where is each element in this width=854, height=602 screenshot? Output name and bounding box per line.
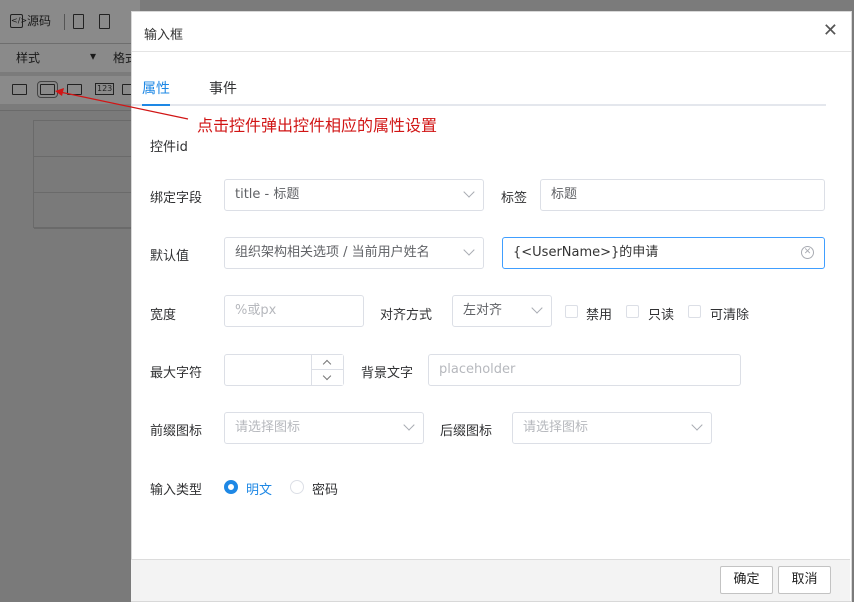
tab-properties[interactable]: 属性 — [142, 78, 170, 98]
width-input[interactable]: %或px — [224, 295, 364, 327]
confirm-button[interactable]: 确定 — [720, 566, 773, 594]
suffix-icon-placeholder: 请选择图标 — [523, 420, 589, 435]
stepper-down-icon[interactable] — [312, 370, 343, 385]
prefix-icon-label: 前缀图标 — [150, 424, 203, 439]
width-label: 宽度 — [150, 308, 177, 323]
input-type-plain-label: 明文 — [246, 483, 273, 498]
bind-field-select[interactable]: title - 标题 — [224, 179, 484, 211]
dialog-footer: 确定 取消 — [131, 559, 850, 601]
style-dropdown[interactable]: 样式 ▾ — [16, 49, 96, 66]
dialog-header: 输入框 ✕ — [132, 12, 851, 52]
tag-label: 标签 — [501, 191, 528, 206]
clearable-checkbox[interactable] — [688, 305, 701, 318]
tab-bar: 属性 事件 — [132, 74, 826, 106]
input-type-password-radio[interactable] — [290, 480, 304, 494]
disabled-checkbox-label: 禁用 — [586, 308, 613, 323]
default-value-select[interactable]: 组织架构相关选项 / 当前用户姓名 — [224, 237, 484, 269]
input-type-label: 输入类型 — [150, 483, 203, 498]
placeholder-text-input[interactable]: placeholder — [428, 354, 741, 386]
align-label: 对齐方式 — [380, 308, 433, 323]
dialog-title: 输入框 — [144, 28, 184, 43]
max-length-label: 最大字符 — [150, 366, 203, 381]
chevron-down-icon — [403, 419, 415, 431]
preview-icon[interactable] — [99, 14, 110, 29]
canvas-table — [33, 120, 133, 229]
suffix-icon-select[interactable]: 请选择图标 — [512, 412, 712, 444]
stepper-up-icon[interactable] — [312, 355, 343, 370]
clearable-checkbox-label: 可清除 — [710, 308, 750, 323]
placeholder-text-placeholder: placeholder — [439, 362, 516, 377]
source-button[interactable]: </> 源码 — [10, 12, 51, 29]
tab-active-indicator — [142, 104, 170, 106]
toolbar-divider — [64, 14, 65, 30]
tag-value: 标题 — [551, 187, 578, 202]
default-select-value: 组织架构相关选项 / 当前用户姓名 — [235, 245, 430, 260]
default-input-value: {<UserName>}的申请 — [513, 245, 659, 260]
bind-field-label: 绑定字段 — [150, 191, 203, 206]
stepper-arrows — [311, 355, 343, 385]
number-control-icon[interactable]: 123 — [95, 83, 115, 95]
default-value-input[interactable]: {<UserName>}的申请 ✕ — [502, 237, 825, 269]
form-control-icon[interactable] — [12, 84, 27, 95]
align-select[interactable]: 左对齐 — [452, 295, 552, 327]
disabled-checkbox[interactable] — [565, 305, 578, 318]
new-document-icon[interactable] — [73, 14, 84, 29]
scroll-gutter — [826, 52, 851, 560]
source-icon: </> — [10, 13, 27, 28]
input-type-plain-radio[interactable] — [224, 480, 238, 494]
chevron-down-icon — [531, 302, 543, 314]
suffix-icon-label: 后缀图标 — [440, 424, 493, 439]
cancel-button[interactable]: 取消 — [778, 566, 831, 594]
placeholder-text-label: 背景文字 — [361, 366, 414, 381]
bind-field-value: title - 标题 — [235, 187, 300, 202]
chevron-down-icon — [463, 244, 475, 256]
chevron-down-icon — [463, 186, 475, 198]
tab-events[interactable]: 事件 — [209, 78, 237, 98]
input-control-icon[interactable] — [37, 81, 58, 98]
close-icon[interactable]: ✕ — [823, 21, 838, 41]
prefix-icon-placeholder: 请选择图标 — [235, 420, 301, 435]
prefix-icon-select[interactable]: 请选择图标 — [224, 412, 424, 444]
chevron-down-icon: ▾ — [89, 49, 96, 63]
width-placeholder: %或px — [235, 303, 277, 318]
readonly-checkbox-label: 只读 — [648, 308, 675, 323]
tag-input[interactable]: 标题 — [540, 179, 825, 211]
control-id-label: 控件id — [150, 140, 188, 155]
align-value: 左对齐 — [463, 303, 503, 318]
style-dropdown-label: 样式 — [16, 51, 41, 65]
input-type-password-label: 密码 — [312, 483, 339, 498]
readonly-checkbox[interactable] — [626, 305, 639, 318]
max-length-stepper[interactable] — [224, 354, 344, 386]
default-value-label: 默认值 — [150, 249, 190, 264]
annotation-text: 点击控件弹出控件相应的属性设置 — [197, 116, 438, 135]
chevron-down-icon — [691, 419, 703, 431]
clear-icon[interactable]: ✕ — [801, 246, 814, 259]
textarea-control-icon[interactable] — [67, 84, 82, 95]
source-button-label: 源码 — [27, 14, 52, 28]
